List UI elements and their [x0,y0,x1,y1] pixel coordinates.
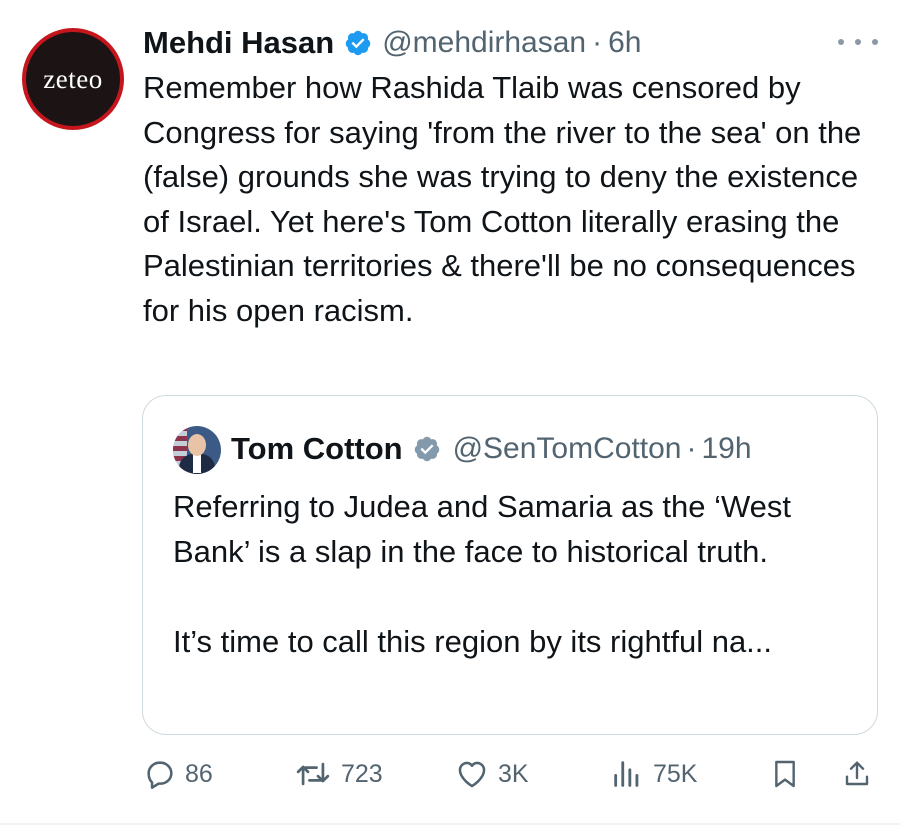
avatar-face [188,434,206,456]
quoted-author-avatar[interactable] [173,426,221,474]
verified-badge-icon[interactable] [344,29,372,57]
author-name[interactable]: Mehdi Hasan [143,25,334,61]
zeteo-logo: zeteo [43,63,103,94]
quoted-tweet-time[interactable]: 19h [702,432,752,466]
more-options-icon[interactable] [838,30,878,54]
more-dot [872,39,878,45]
quoted-paragraph: It’s time to call this region by its rig… [173,624,773,659]
tweet-header: Mehdi Hasan @mehdirhasan · 6h [143,22,642,64]
heart-icon [458,761,486,788]
separator-dot: · [592,26,603,59]
tweet-text: Remember how Rashida Tlaib was censored … [143,70,862,328]
quoted-paragraph: Referring to Judea and Samaria as the ‘W… [173,489,792,569]
reply-icon [147,761,173,789]
more-dot [855,39,861,45]
quoted-tweet-text: Referring to Judea and Samaria as the ‘W… [173,484,863,664]
quoted-tweet[interactable]: Tom Cotton @SenTomCotton · 19h Referring… [142,395,878,735]
quoted-author-handle[interactable]: @SenTomCotton [453,432,682,466]
view-count: 75K [653,759,698,788]
views-chart-icon [614,761,639,787]
tweet-time[interactable]: 6h [608,26,641,60]
tweet[interactable]: zeteo Mehdi Hasan @mehdirhasan · 6h Reme… [0,0,900,826]
quoted-tweet-header: Tom Cotton @SenTomCotton · 19h [231,428,752,470]
bookmark-button[interactable] [769,752,801,796]
like-button[interactable]: 3K [454,752,529,796]
avatar-inner: zeteo [26,32,120,126]
gray-verified-badge-icon[interactable] [413,435,441,463]
repost-button[interactable]: 723 [293,752,383,796]
action-bar: 86 723 3K 75K [143,752,878,796]
share-icon [845,761,869,786]
views-button[interactable]: 75K [609,752,697,796]
separator-dot: · [686,432,697,465]
quoted-author-name[interactable]: Tom Cotton [231,431,403,467]
reply-button[interactable]: 86 [143,752,213,796]
bottom-divider [0,823,900,825]
bookmark-icon [775,760,795,788]
reply-count: 86 [185,759,213,788]
share-button[interactable] [841,752,873,796]
like-count: 3K [498,759,529,788]
avatar-shirt [193,455,201,473]
author-handle[interactable]: @mehdirhasan [382,26,586,60]
repost-count: 723 [341,759,383,788]
repost-icon [296,762,330,786]
more-dot [838,39,844,45]
author-avatar[interactable]: zeteo [22,28,124,130]
